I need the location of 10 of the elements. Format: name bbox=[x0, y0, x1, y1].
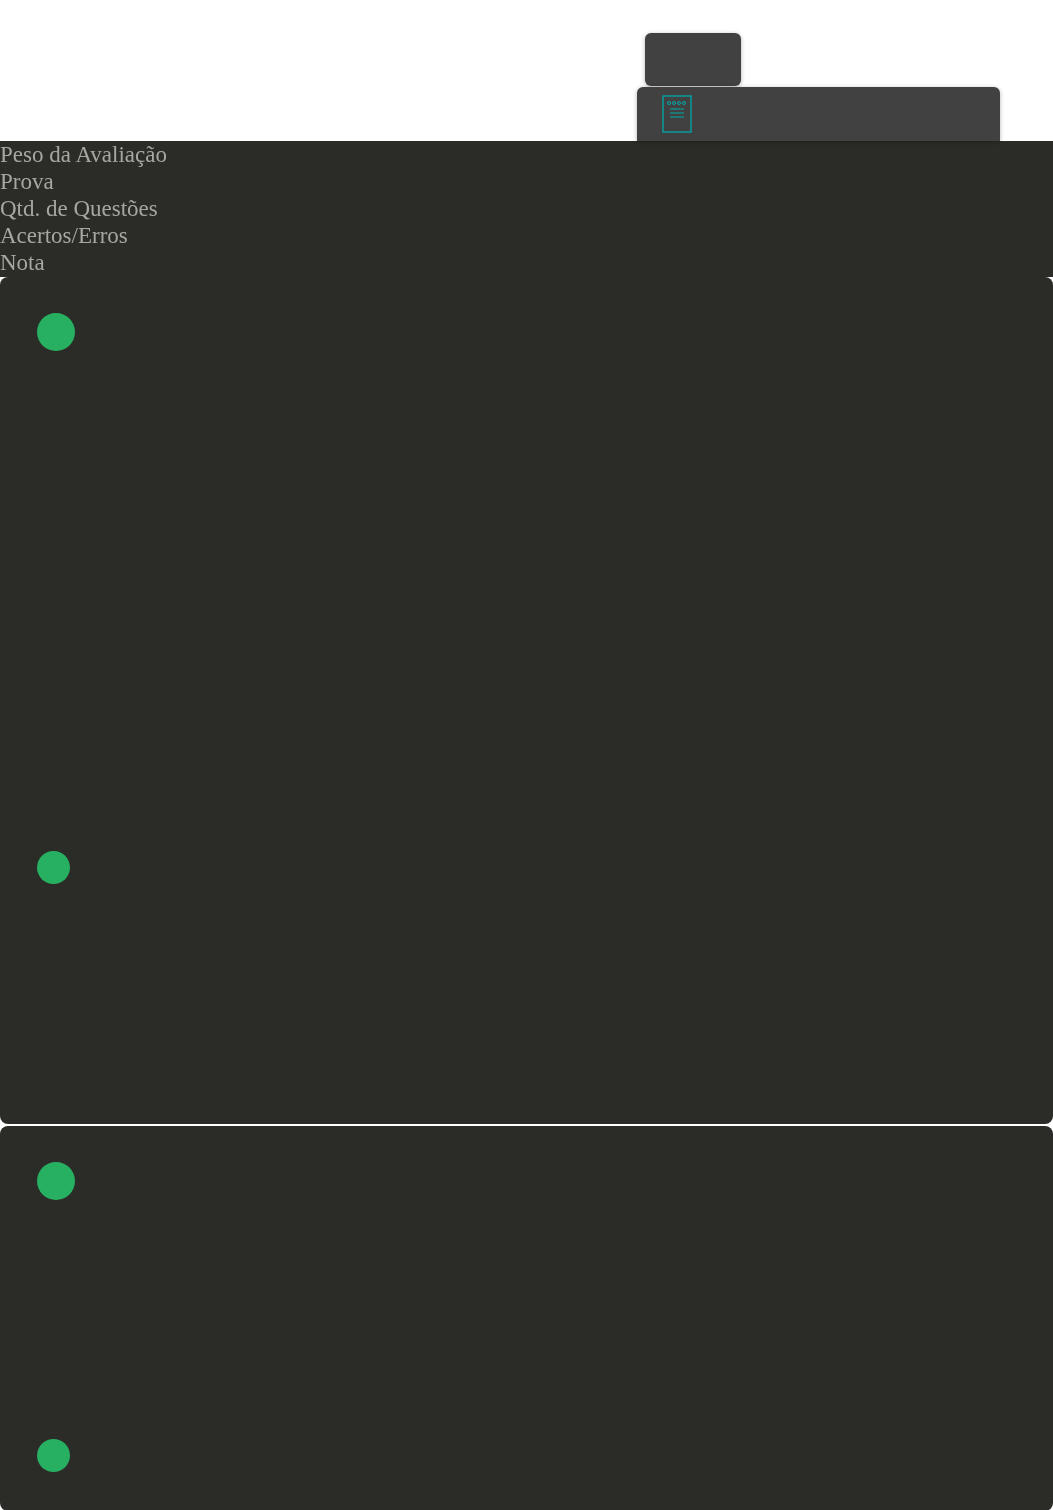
column-label: Acertos/Erros bbox=[0, 222, 128, 249]
status-dot bbox=[37, 313, 75, 351]
status-dot bbox=[37, 851, 70, 884]
column-label: Qtd. de Questões bbox=[0, 195, 158, 222]
status-dot bbox=[37, 1439, 70, 1472]
column-label: Peso da Avaliação bbox=[0, 141, 167, 168]
document-icon[interactable] bbox=[662, 95, 692, 133]
column-label: Nota bbox=[0, 249, 45, 276]
column-label: Prova bbox=[0, 168, 54, 195]
status-dot bbox=[37, 1162, 75, 1200]
